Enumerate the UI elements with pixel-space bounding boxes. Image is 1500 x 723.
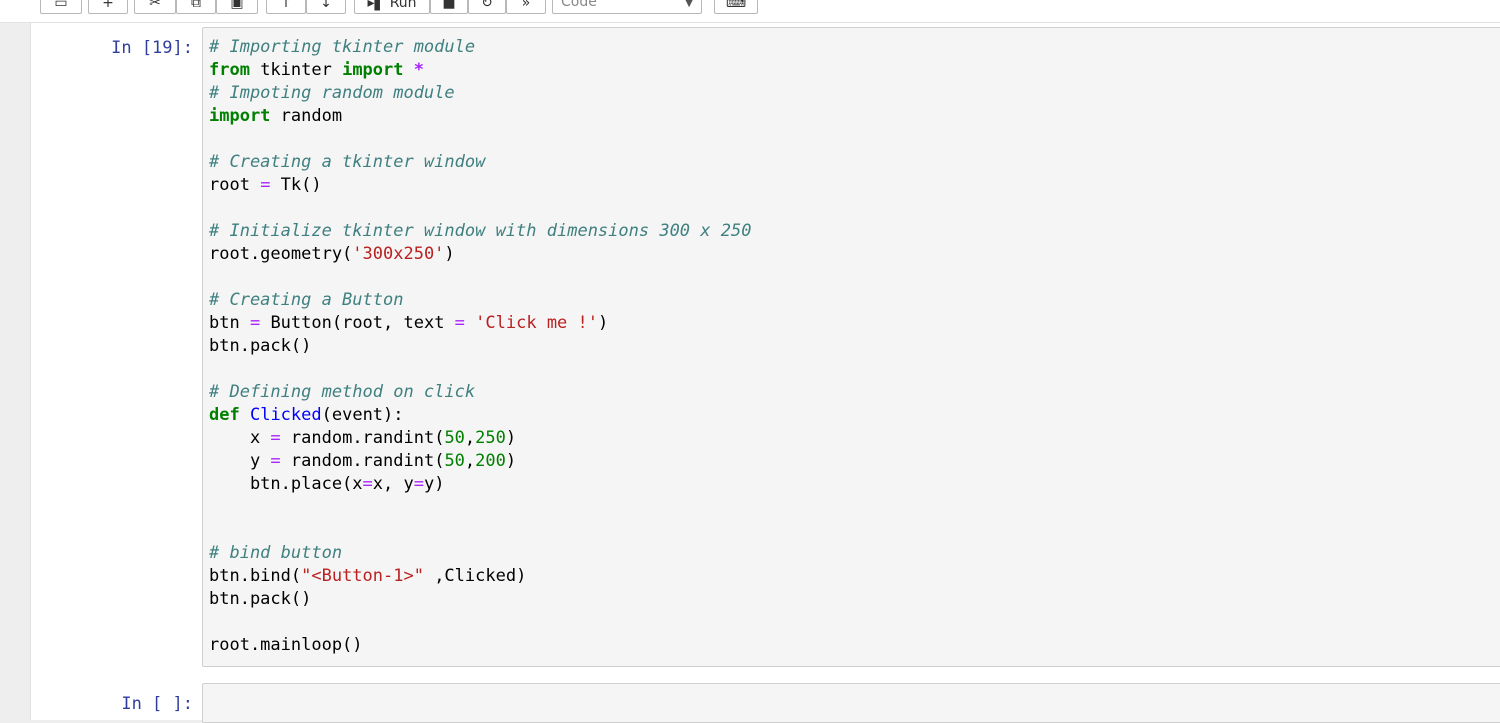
code-line: x = random.randint(50,250) (209, 428, 517, 448)
cell-prompt: In [ ]: (121, 694, 193, 714)
refresh-icon: ↻ (481, 0, 493, 11)
restart-run-all-button[interactable]: » (506, 0, 546, 14)
code-line: # Importing tkinter module (209, 37, 476, 57)
chevron-down-icon: ▼ (685, 0, 693, 9)
code-line: btn.pack() (209, 589, 312, 609)
code-line: import random (209, 106, 343, 126)
save-button[interactable]: ▭ (40, 0, 82, 14)
arrow-down-icon: ↓ (320, 0, 332, 11)
code-line: # bind button (209, 543, 343, 563)
code-text[interactable]: # Importing tkinter module from tkinter … (203, 28, 1500, 657)
cell-type-select[interactable]: Code ▼ (552, 0, 702, 14)
insert-cell-button[interactable]: + (88, 0, 128, 14)
plus-icon: + (102, 0, 114, 11)
interrupt-button[interactable]: ■ (430, 0, 468, 14)
copy-button[interactable]: ⧉ (176, 0, 216, 14)
save-icon: ▭ (54, 0, 68, 11)
notebook-toolbar: ▭ + ✂ ⧉ ▣ ↑ ↓ ▸▌ Run ■ ↻ » Code ▼ ⌨ (0, 0, 1500, 23)
code-line: btn = Button(root, text = 'Click me !') (209, 313, 609, 333)
code-line: root = Tk() (209, 175, 322, 195)
move-down-button[interactable]: ↓ (306, 0, 346, 14)
code-line: root.mainloop() (209, 635, 363, 655)
cut-button[interactable]: ✂ (134, 0, 176, 14)
notebook-container: In [19]: # Importing tkinter module from… (30, 23, 1500, 723)
cell-prompt: In [19]: (111, 38, 193, 58)
code-line: root.geometry('300x250') (209, 244, 455, 264)
copy-icon: ⧉ (191, 0, 201, 11)
code-line: # Creating a Button (209, 290, 404, 310)
step-forward-icon: ▸▌ (367, 0, 390, 11)
code-line: # Impoting random module (209, 83, 455, 103)
command-palette-button[interactable]: ⌨ (714, 0, 758, 14)
arrow-up-icon: ↑ (280, 0, 292, 11)
keyboard-icon: ⌨ (725, 0, 747, 11)
code-line: # Creating a tkinter window (209, 152, 486, 172)
code-line: # Defining method on click (209, 382, 476, 402)
stop-icon: ■ (442, 0, 456, 11)
code-editor[interactable]: # Importing tkinter module from tkinter … (202, 27, 1500, 667)
run-button[interactable]: ▸▌ Run (354, 0, 430, 14)
code-line: btn.bind("<Button-1>" ,Clicked) (209, 566, 527, 586)
paste-icon: ▣ (230, 0, 244, 11)
scissors-icon: ✂ (149, 0, 161, 11)
cell-type-value: Code (561, 0, 597, 10)
move-up-button[interactable]: ↑ (266, 0, 306, 14)
code-line: btn.pack() (209, 336, 312, 356)
restart-button[interactable]: ↻ (468, 0, 506, 14)
code-editor[interactable] (202, 683, 1500, 723)
code-line: def Clicked(event): (209, 405, 404, 425)
fast-forward-icon: » (521, 0, 531, 11)
paste-button[interactable]: ▣ (216, 0, 258, 14)
code-line: y = random.randint(50,200) (209, 451, 517, 471)
code-line: from tkinter import * (209, 60, 424, 80)
code-line: btn.place(x=x, y=y) (209, 474, 445, 494)
code-line: # Initialize tkinter window with dimensi… (209, 221, 752, 241)
run-label: Run (389, 0, 417, 11)
